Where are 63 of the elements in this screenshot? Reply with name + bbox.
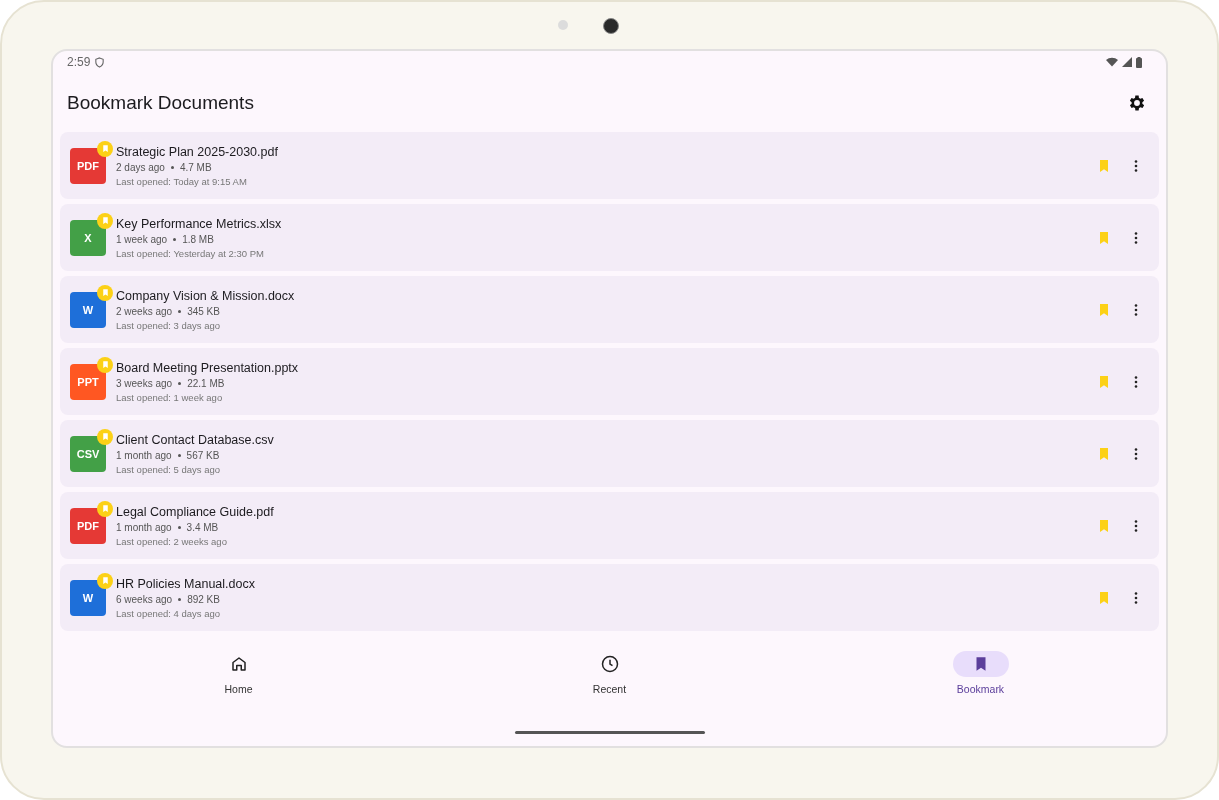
more-icon [1134,375,1138,388]
file-size: 345 KB [187,305,220,317]
file-size: 567 KB [186,449,220,461]
separator-dot [173,237,177,241]
more-icon [1134,303,1138,316]
signal-icon [1122,57,1132,67]
file-age: 1 month ago [116,449,172,461]
document-card[interactable]: CSV Client Contact Database.csv 1 month ago 567 KB Last opened: 5 days ago [60,420,1159,487]
document-card[interactable]: PDF Legal Compliance Guide.pdf 1 month ago 3.4 MB Last opened: 2 weeks ago [60,492,1159,559]
wifi-icon [1106,57,1118,67]
last-opened: Last opened: 1 week ago [116,391,224,403]
file-size: 3.4 MB [186,521,219,533]
file-name: Strategic Plan 2025-2030.pdf [116,144,279,159]
last-opened: Last opened: 4 days ago [116,607,222,619]
file-name: Legal Compliance Guide.pdf [116,504,275,519]
document-card[interactable]: W Company Vision & Mission.docx 2 weeks ago 345 KB Last opened: 3 days ago [60,276,1159,343]
document-card[interactable]: W HR Policies Manual.docx 6 weeks ago 892 KB Last opened: 4 days ago [60,564,1159,631]
last-opened: Last opened: Today at 9:15 AM [116,175,248,187]
last-opened: Last opened: 2 weeks ago [116,535,228,547]
file-age: 3 weeks ago [116,377,173,389]
file-age: 2 days ago [116,161,165,173]
nav-tab[interactable]: Home [53,651,424,731]
file-name: Key Performance Metrics.xlsx [116,216,283,231]
gesture-handle[interactable] [514,731,705,734]
page-title: Bookmark Documents [67,91,254,114]
separator-dot [178,381,182,385]
sensor-dot [558,20,568,30]
nav-tab[interactable]: Recent [424,651,795,731]
shield-icon [94,56,106,68]
document-card[interactable]: PPT Board Meeting Presentation.pptx 3 weeks ago 22.1 MB Last opened: 1 week ago [60,348,1159,415]
file-name: Board Meeting Presentation.pptx [116,360,300,375]
file-name: Client Contact Database.csv [116,432,275,447]
more-icon [1134,159,1138,172]
home-icon [229,655,248,673]
file-name: Company Vision & Mission.docx [116,288,296,303]
nav-tab[interactable]: Bookmark [795,651,1166,731]
clock-icon [599,654,620,674]
last-opened: Last opened: 5 days ago [116,463,222,475]
document-card[interactable]: PDF Strategic Plan 2025-2030.pdf 2 days ago 4.7 MB Last opened: Today at 9:15 AM [60,132,1159,199]
separator-dot [177,453,181,457]
separator-dot [177,525,181,529]
file-age: 6 weeks ago [116,593,173,605]
file-size: 22.1 MB [187,377,225,389]
document-card[interactable]: X Key Performance Metrics.xlsx 1 week ago 1.8 MB Last opened: Yesterday at 2:30 PM [60,204,1159,271]
file-age: 2 weeks ago [116,305,173,317]
file-age: 1 month ago [116,521,172,533]
separator-dot [178,309,182,313]
file-name: HR Policies Manual.docx [116,576,256,591]
more-icon [1134,231,1138,244]
separator-dot [178,597,182,601]
file-age: 1 week ago [116,233,168,245]
status-time: 2:59 [67,55,91,69]
file-size: 892 KB [187,593,220,605]
file-size: 1.8 MB [182,233,214,245]
last-opened: Last opened: 3 days ago [116,319,222,331]
camera-lens [603,18,619,34]
more-icon [1134,447,1138,460]
file-size: 4.7 MB [179,161,212,173]
last-opened: Last opened: Yesterday at 2:30 PM [116,247,265,259]
more-icon [1134,591,1138,604]
more-icon [1134,519,1138,532]
battery-icon [1136,56,1142,68]
separator-dot [170,165,174,169]
